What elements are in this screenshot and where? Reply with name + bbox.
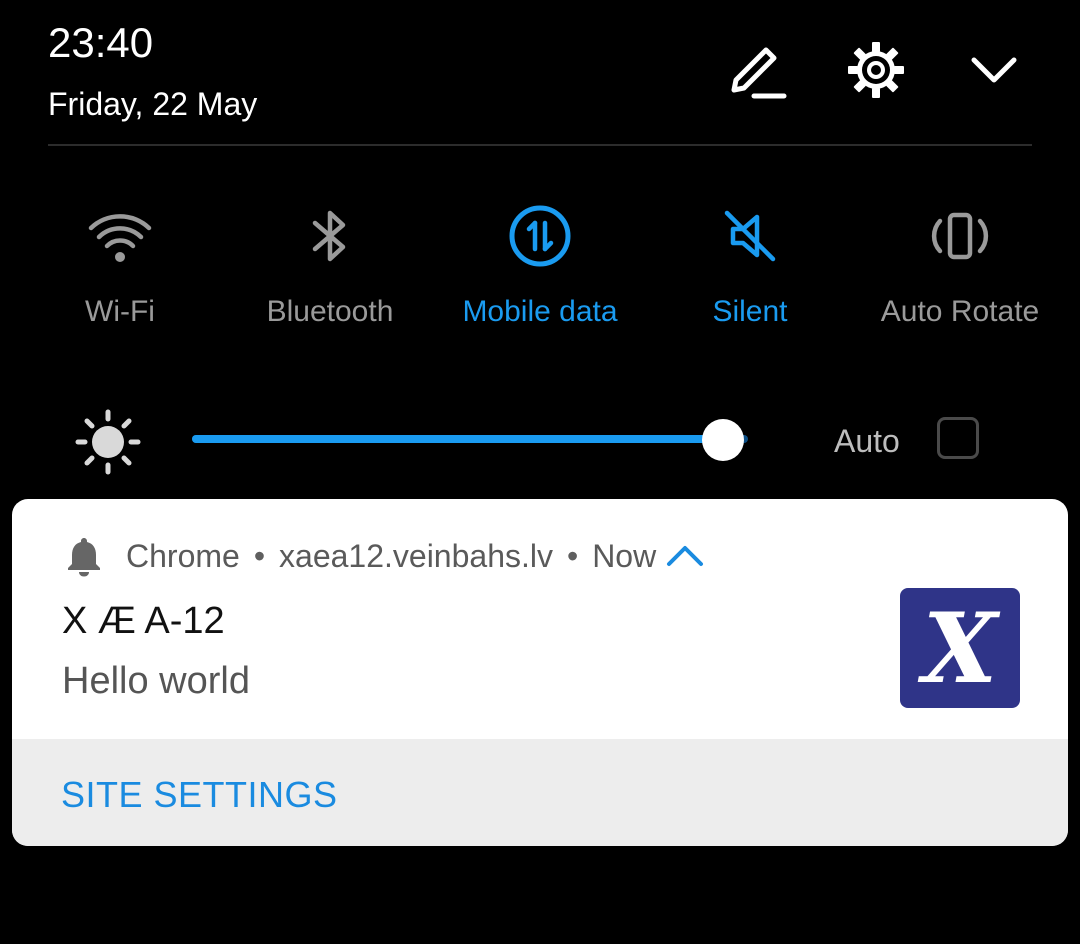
- mobile-data-icon: [509, 205, 571, 267]
- tile-mobile-data[interactable]: Mobile data: [440, 196, 640, 346]
- auto-brightness-checkbox[interactable]: [937, 417, 979, 459]
- auto-rotate-icon: [931, 212, 989, 260]
- gear-icon: [848, 42, 904, 98]
- tile-label: Auto Rotate: [880, 295, 1040, 328]
- notification-time: Now: [592, 537, 657, 574]
- wifi-icon: [88, 214, 152, 262]
- silent-icon: [724, 210, 776, 262]
- collapse-notification-button[interactable]: [664, 535, 706, 577]
- separator-dot: •: [253, 537, 266, 574]
- settings-button[interactable]: [840, 34, 912, 106]
- notification-app-name: Chrome: [126, 537, 240, 574]
- chevron-down-icon: [971, 57, 1017, 83]
- tile-wifi[interactable]: Wi-Fi: [20, 196, 220, 346]
- clock-time: 23:40: [48, 19, 154, 66]
- quick-settings-tiles: Wi-Fi Bluetooth Mobile data Silent Auto …: [0, 196, 1080, 346]
- site-settings-button[interactable]: SITE SETTINGS: [61, 773, 338, 817]
- notification-actions: SITE SETTINGS: [12, 739, 1068, 846]
- bell-icon: [62, 534, 106, 578]
- pencil-icon: [731, 47, 787, 99]
- tile-label: Wi-Fi: [85, 295, 155, 328]
- collapse-panel-button[interactable]: [958, 34, 1030, 106]
- tile-label: Mobile data: [462, 295, 618, 328]
- notification-site: xaea12.veinbahs.lv: [279, 537, 553, 574]
- chevron-up-icon: [667, 546, 704, 566]
- tile-auto-rotate[interactable]: Auto Rotate: [860, 196, 1060, 346]
- tile-bluetooth[interactable]: Bluetooth: [230, 196, 430, 346]
- tile-silent[interactable]: Silent: [650, 196, 850, 346]
- separator-dot: •: [566, 537, 579, 574]
- brightness-slider[interactable]: [192, 418, 772, 462]
- notification-body: Hello world: [62, 660, 250, 702]
- edit-tiles-button[interactable]: [720, 36, 792, 108]
- header-divider: [48, 144, 1032, 146]
- logo-letter: X: [917, 592, 1001, 705]
- tile-label: Silent: [712, 295, 788, 328]
- tile-label: Bluetooth: [266, 295, 394, 328]
- notification-card[interactable]: Chrome • xaea12.veinbahs.lv • Now X Æ A-…: [12, 499, 1068, 846]
- bluetooth-icon: [312, 210, 346, 262]
- site-logo: X: [900, 588, 1020, 708]
- brightness-icon: [75, 409, 141, 475]
- notification-title: X Æ A-12: [62, 600, 225, 642]
- current-date: Friday, 22 May: [48, 86, 258, 122]
- auto-brightness-label: Auto: [834, 423, 900, 459]
- slider-fill: [192, 435, 723, 443]
- slider-thumb[interactable]: [702, 419, 744, 461]
- notification-header: Chrome • xaea12.veinbahs.lv • Now: [62, 531, 706, 581]
